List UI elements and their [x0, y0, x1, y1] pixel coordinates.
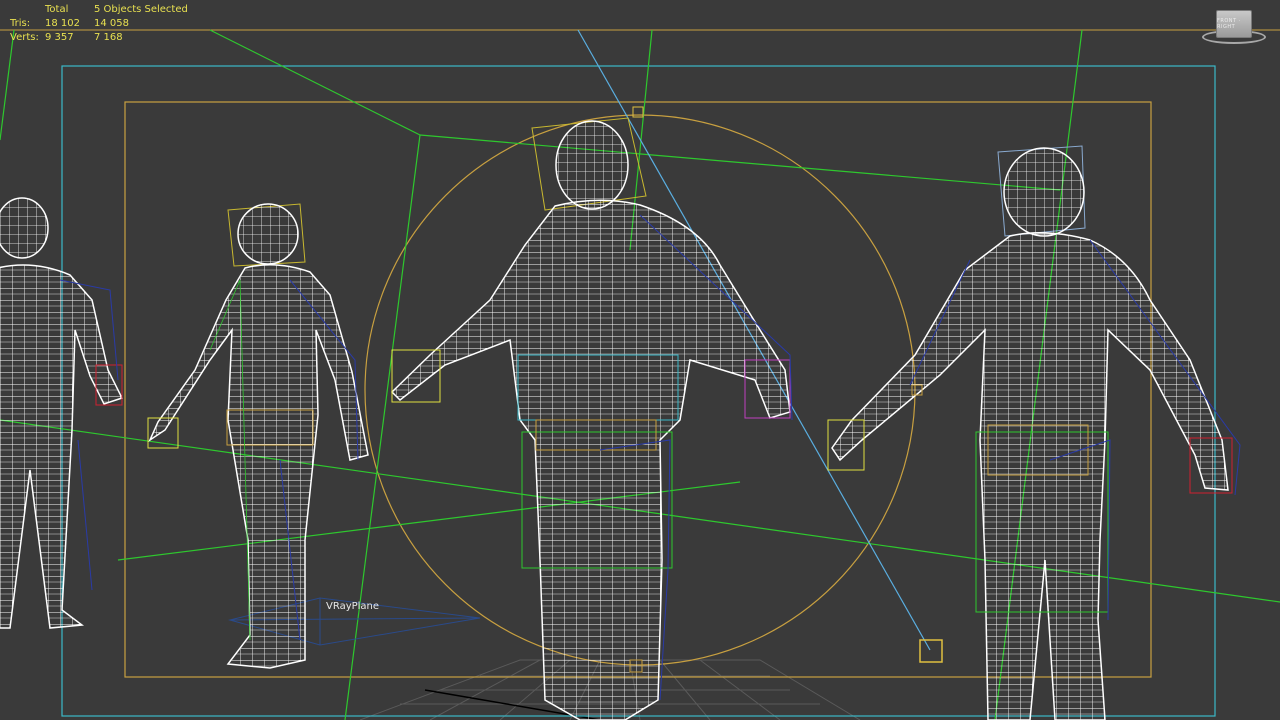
viewcube-face[interactable]: FRONT · RIGHT: [1216, 10, 1252, 38]
character-wireframe-1[interactable]: [0, 197, 124, 629]
stats-verts-label: Verts:: [10, 32, 39, 43]
stats-tris-total: 18 102: [45, 18, 80, 29]
character-wireframe-2[interactable]: [147, 203, 369, 669]
stats-tris-label: Tris:: [10, 18, 31, 29]
character-wireframe-3[interactable]: [390, 117, 793, 720]
viewcube[interactable]: FRONT · RIGHT: [1202, 6, 1268, 44]
scene-canvas[interactable]: [0, 0, 1280, 720]
stats-header-total: Total: [45, 4, 69, 15]
stats-tris-selected: 14 058: [94, 18, 129, 29]
light-target-box: [919, 639, 943, 663]
stats-verts-selected: 7 168: [94, 32, 123, 43]
stats-header-selected: 5 Objects Selected: [94, 4, 188, 15]
character-wireframe-4[interactable]: [827, 145, 1241, 720]
vray-plane-label: VRayPlane: [326, 601, 380, 612]
stats-verts-total: 9 357: [45, 32, 74, 43]
perspective-viewport[interactable]: Total 5 Objects Selected Tris: 18 102 14…: [0, 0, 1280, 720]
